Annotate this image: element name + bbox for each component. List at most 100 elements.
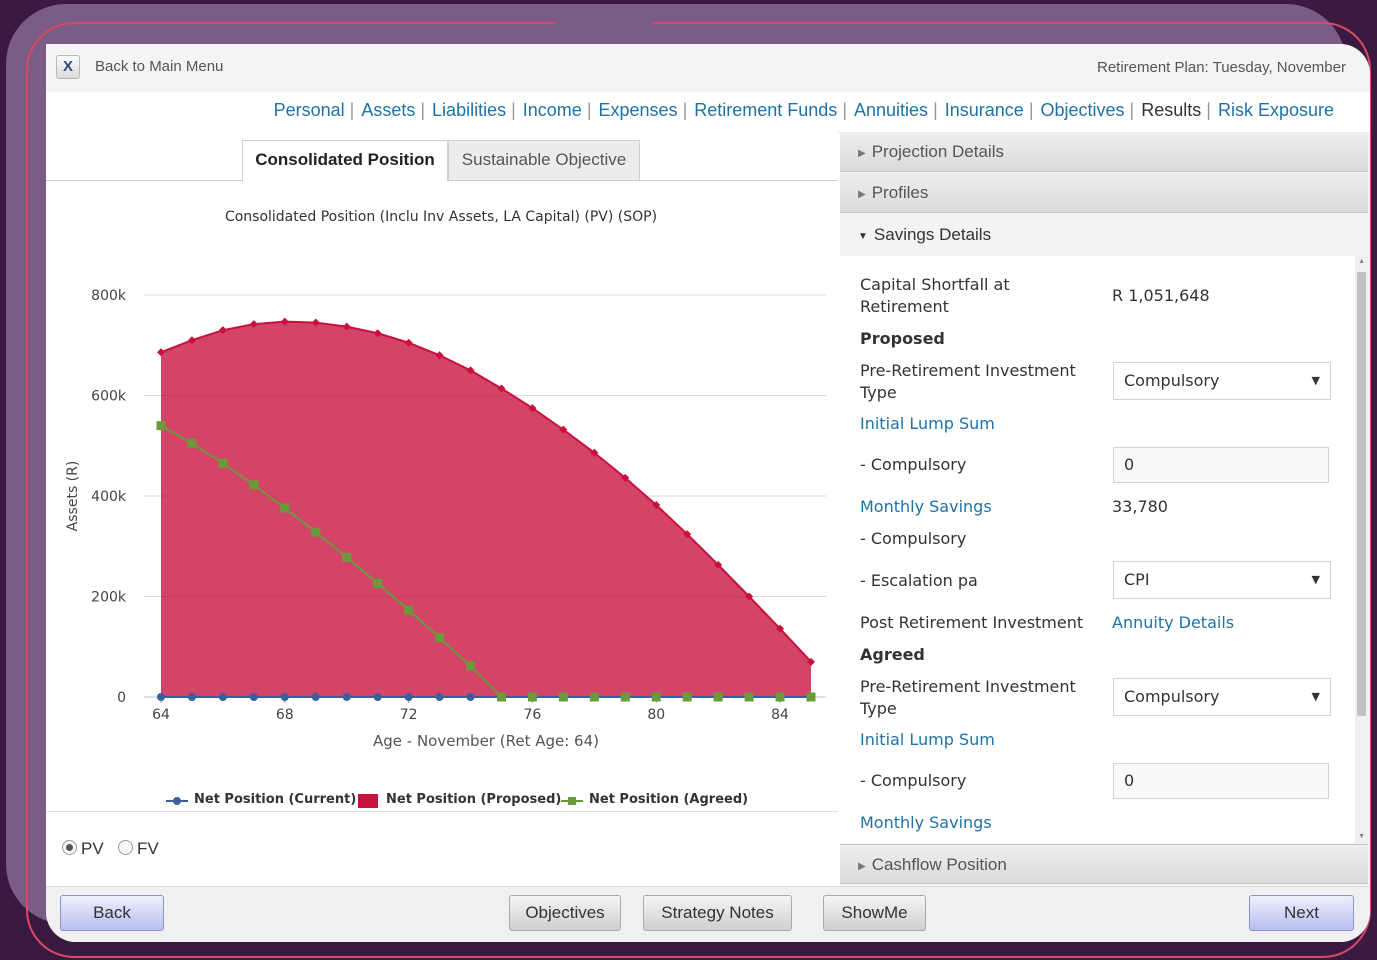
agreed-point [280,503,290,513]
dropdown-caret-icon: ▼ [1311,374,1320,387]
agreed-point [156,421,166,431]
nav-separator: | [420,100,426,120]
scroll-up-icon[interactable]: ▲ [1358,258,1365,265]
x-tick-label: 72 [400,707,418,723]
agreed-point [466,661,476,671]
nav-separator: | [511,100,516,120]
initial-lump-sum-link[interactable]: Initial Lump Sum [860,413,995,435]
accordion-cashflow-position[interactable]: ▶ Cashflow Position [840,844,1368,884]
nav-separator: | [933,100,938,120]
y-axis-label: Assets (R) [65,461,81,532]
nav-separator: | [349,100,355,120]
post-ret-label: Post Retirement Investment [860,613,1084,632]
y-tick-label: 600k [91,389,127,405]
chevron-right-icon: ▶ [858,189,866,200]
escalation-select[interactable]: CPI ▼ [1113,561,1331,599]
agreed-initial-lump-sum-link[interactable]: Initial Lump Sum [860,729,995,751]
nav-items: Personal | Assets | Liabilities | Income | Expen… [274,100,1334,121]
accordion-savings-details[interactable]: ▼ Savings Details [840,215,1368,255]
details-panel: ▶ Projection Details ▶ Profiles ▼ Savings D… [840,132,1370,886]
savings-details-body: Capital Shortfall at Retirement R 1,051,6… [840,256,1368,843]
pv-fv-toggle: PV FV [46,811,838,887]
profiles-label: Profiles [871,183,929,202]
pre-ret-type-select[interactable]: Compulsory ▼ [1113,362,1331,400]
agreed-point [435,633,445,643]
chevron-right-icon: ▶ [858,148,866,159]
agreed-monthly-savings-link[interactable]: Monthly Savings [860,812,992,834]
agreed-point [496,692,506,702]
chevron-right-icon: ▶ [858,861,866,872]
capital-shortfall-label-line2: Retirement [860,297,949,316]
agreed-point [311,527,321,537]
app-window: X Back to Main Menu Retirement Plan: Tue… [46,44,1370,942]
radio-pv[interactable]: PV [62,839,104,859]
nav-separator: | [586,100,592,120]
current-point [373,693,382,701]
nav-risk-exposure[interactable]: Risk Exposure [1218,100,1334,120]
current-point [280,693,289,701]
objectives-button[interactable]: Objectives [509,895,621,931]
current-point [404,693,413,701]
x-tick-label: 76 [524,707,542,723]
radio-pv-circle[interactable] [62,840,77,855]
nav-insurance[interactable]: Insurance [945,100,1024,120]
capital-shortfall-label-line1: Capital Shortfall at [860,275,1010,294]
agreed-point [620,692,630,702]
y-tick-label: 800k [91,288,127,304]
nav-annuities[interactable]: Annuities [854,100,928,120]
back-to-main-menu-link[interactable]: Back to Main Menu [95,58,223,75]
agreed-pre-ret-type-select[interactable]: Compulsory ▼ [1113,678,1331,716]
bottom-toolbar: Back Objectives Strategy Notes ShowMe Ne… [46,886,1370,942]
x-axis-label: Age - November (Ret Age: 64) [373,732,599,750]
agreed-point [249,480,259,490]
current-point [311,693,320,701]
radio-fv-circle[interactable] [118,840,133,855]
y-tick-label: 0 [117,690,126,706]
agreed-point [404,605,414,615]
legend-current-icon [166,797,188,805]
annuity-details-link[interactable]: Annuity Details [1112,612,1234,634]
current-point [218,693,227,701]
nav-expenses[interactable]: Expenses [599,100,678,120]
back-button[interactable]: Back [60,895,164,931]
accordion-projection-details[interactable]: ▶ Projection Details [840,132,1368,172]
nav-objectives[interactable]: Objectives [1041,100,1125,120]
agreed-lump-sum-compulsory-label: - Compulsory [860,771,967,790]
agreed-point [744,692,754,702]
x-tick-label: 80 [647,707,665,723]
agreed-lump-sum-compulsory-input[interactable]: 0 [1113,763,1329,799]
scroll-down-icon[interactable]: ▼ [1358,833,1365,840]
scrollbar-thumb[interactable] [1357,272,1366,716]
agreed-point [187,438,197,448]
monthly-compulsory-label: - Compulsory [860,529,967,548]
current-point [435,693,444,701]
close-icon[interactable]: X [56,55,80,79]
strategy-notes-button[interactable]: Strategy Notes [643,895,792,931]
chart-area: 0 200k 400k 600k 800k 64 68 72 76 80 84 Age - Novem… [65,288,826,750]
agreed-point [373,578,383,588]
scrollbar[interactable]: ▲ ▼ [1355,256,1368,843]
agreed-pre-ret-type-label: Pre-Retirement Investment Type [860,676,1076,720]
monthly-savings-value: 33,780 [1112,497,1168,516]
nav-income[interactable]: Income [523,100,582,120]
nav-results[interactable]: Results [1141,100,1201,120]
radio-fv[interactable]: FV [118,839,159,859]
nav-assets[interactable]: Assets [361,100,415,120]
monthly-savings-link[interactable]: Monthly Savings [860,496,992,518]
radio-fv-label: FV [137,839,159,858]
cashflow-position-label: Cashflow Position [871,855,1007,874]
dropdown-caret-icon: ▼ [1311,573,1320,586]
accordion-profiles[interactable]: ▶ Profiles [840,173,1368,213]
nav-liabilities[interactable]: Liabilities [432,100,506,120]
escalation-value: CPI [1124,570,1150,589]
showme-button[interactable]: ShowMe [823,895,926,931]
lump-sum-compulsory-input[interactable]: 0 [1113,447,1329,483]
next-button[interactable]: Next [1249,895,1354,931]
legend-proposed-label: Net Position (Proposed) [386,792,562,807]
agreed-pre-ret-type-label-line1: Pre-Retirement Investment [860,677,1076,696]
nav-personal[interactable]: Personal [274,100,345,120]
pre-ret-type-label: Pre-Retirement Investment Type [860,360,1076,404]
chevron-down-icon: ▼ [858,231,868,242]
nav-retirement-funds[interactable]: Retirement Funds [694,100,837,120]
chart-legend: Net Position (Current) Net Position (Pro… [46,792,838,812]
